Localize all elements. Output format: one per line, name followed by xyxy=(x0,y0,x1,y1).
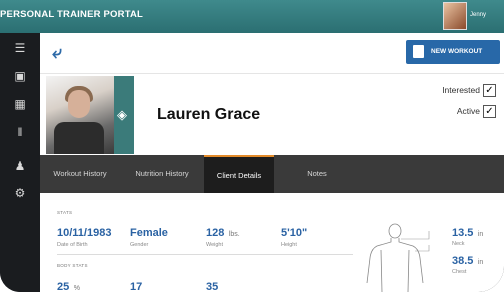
client-name: Lauren Grace xyxy=(157,106,261,123)
new-workout-label: NEW WORKOUT xyxy=(431,48,483,55)
stats-section-label: STATS xyxy=(57,210,73,215)
stat-gender: Female Gender xyxy=(130,227,168,248)
clients-icon[interactable]: ♟ xyxy=(12,159,28,173)
divider xyxy=(57,254,353,255)
body-stat-1: 25 % xyxy=(57,281,80,292)
library-icon[interactable]: ‖ xyxy=(12,125,28,139)
tab-client-details[interactable]: Client Details xyxy=(204,155,274,193)
toolbar: ⤶ NEW WORKOUT xyxy=(40,33,504,74)
badge-icon: ◈ xyxy=(117,107,127,122)
stat-weight: 128 lbs. Weight xyxy=(206,227,240,248)
body-stats-section-label: BODY STATS xyxy=(57,263,88,268)
measurement-chest: 38.5 in Chest xyxy=(452,255,484,275)
client-id-block: ◈ xyxy=(114,76,134,154)
app-title: PERSONAL TRAINER PORTAL xyxy=(0,9,144,20)
active-label: Active xyxy=(456,105,480,116)
client-photo xyxy=(46,76,114,154)
user-name[interactable]: Jenny xyxy=(470,12,486,18)
device-frame: PERSONAL TRAINER PORTAL Jenny ☰ ▣ ▦ ‖ ♟ … xyxy=(0,0,504,292)
side-nav: ☰ ▣ ▦ ‖ ♟ ⚙ xyxy=(0,33,40,292)
stat-height: 5'10" Height xyxy=(281,227,308,248)
tab-workout-history[interactable]: Workout History xyxy=(40,155,120,193)
grid-icon[interactable]: ▦ xyxy=(12,97,28,111)
clipboard-icon xyxy=(413,45,424,58)
measurement-neck: 13.5 in Neck xyxy=(452,227,484,247)
interested-flag[interactable]: Interested ✓ xyxy=(442,84,496,97)
interested-checkbox[interactable]: ✓ xyxy=(483,84,496,97)
client-tabs: Workout History Nutrition History Client… xyxy=(40,155,504,193)
stat-date-of-birth: 10/11/1983 Date of Birth xyxy=(57,227,112,248)
settings-icon[interactable]: ⚙ xyxy=(12,186,28,200)
top-bar: PERSONAL TRAINER PORTAL Jenny xyxy=(0,0,504,33)
tab-notes[interactable]: Notes xyxy=(274,155,360,193)
menu-icon[interactable]: ☰ xyxy=(12,41,28,55)
body-outline-figure xyxy=(366,223,430,292)
main-content: ⤶ NEW WORKOUT ◈ Lauren Grace Interested ✓… xyxy=(40,33,504,292)
active-checkbox[interactable]: ✓ xyxy=(483,105,496,118)
body-stat-3: 35 xyxy=(206,281,219,292)
back-arrow-icon[interactable]: ⤶ xyxy=(52,42,62,63)
interested-label: Interested xyxy=(442,84,480,95)
calendar-icon[interactable]: ▣ xyxy=(12,69,28,83)
user-avatar[interactable] xyxy=(443,2,467,30)
active-flag[interactable]: Active ✓ xyxy=(457,105,496,118)
body-stat-2: 17 xyxy=(130,281,143,292)
new-workout-button[interactable]: NEW WORKOUT xyxy=(406,40,500,64)
tab-nutrition-history[interactable]: Nutrition History xyxy=(120,155,204,193)
